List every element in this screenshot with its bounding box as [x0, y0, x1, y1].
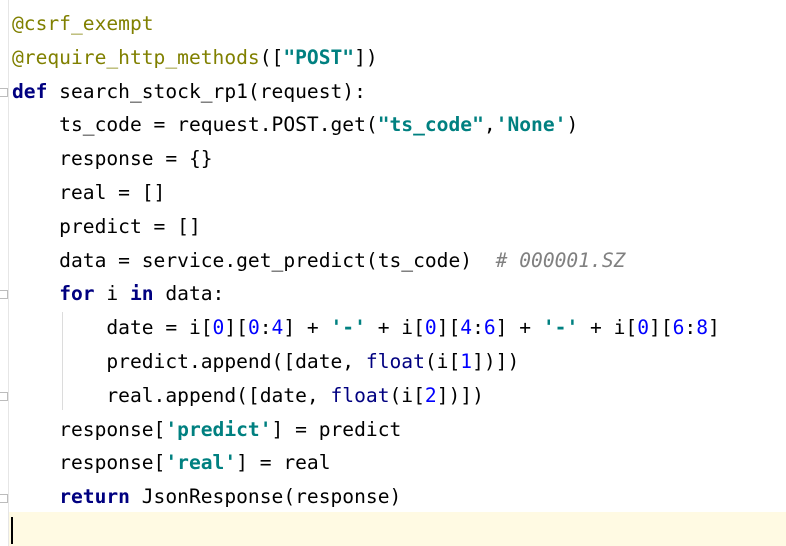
code-token: + i[	[365, 316, 425, 339]
code-token: for	[59, 282, 95, 305]
code-token: + i[	[578, 316, 638, 339]
code-token: 0	[212, 316, 225, 339]
code-token: predict = []	[12, 215, 201, 238]
code-token: float	[365, 350, 425, 373]
code-token: ] +	[283, 316, 331, 339]
code-token: ])])	[472, 350, 520, 373]
current-line-highlight	[9, 512, 786, 546]
code-token: 'predict'	[165, 418, 272, 441]
code-line[interactable]: def search_stock_rp1(request):	[12, 75, 366, 109]
code-token: response = {}	[12, 147, 213, 170]
code-token: 0	[637, 316, 650, 339]
code-line[interactable]: for i in data:	[12, 277, 224, 311]
code-token: 4	[271, 316, 284, 339]
code-token: ] = predict	[271, 418, 402, 441]
code-token: data = service.get_predict(ts_code)	[12, 249, 496, 272]
code-token: ] +	[495, 316, 543, 339]
code-token: (i[	[389, 384, 425, 407]
code-line[interactable]: predict.append([date, float(i[1])])	[12, 345, 519, 379]
code-editor[interactable]: @csrf_exempt @require_http_methods(["POST…	[0, 0, 786, 546]
code-token: :	[684, 316, 697, 339]
code-token: float	[330, 384, 390, 407]
code-line[interactable]: response = {}	[12, 142, 213, 176]
code-token: real = []	[12, 181, 166, 204]
code-token: data:	[153, 282, 225, 305]
code-token: 6	[483, 316, 496, 339]
code-token: i	[94, 282, 130, 305]
code-line[interactable]: predict = []	[12, 210, 201, 244]
code-token: ][	[436, 316, 461, 339]
code-token: '-'	[542, 316, 579, 339]
code-token: def	[12, 80, 48, 103]
code-token: response[	[12, 418, 166, 441]
code-token: "ts_code"	[377, 113, 484, 136]
code-token: :	[259, 316, 272, 339]
code-token: ]	[708, 316, 720, 339]
code-token: ] = real	[236, 451, 331, 474]
fold-marker-icon[interactable]	[0, 88, 8, 97]
code-token: 'real'	[165, 451, 237, 474]
code-token: search_stock_rp1(request):	[47, 80, 366, 103]
code-token: "POST"	[283, 46, 355, 69]
code-line[interactable]: date = i[0][0:4] + '-' + i[0][4:6] + '-'…	[12, 311, 720, 345]
code-token: (i[	[424, 350, 461, 373]
code-token: 0	[424, 316, 437, 339]
code-token: 8	[696, 316, 709, 339]
code-line[interactable]: data = service.get_predict(ts_code) # 00…	[12, 244, 625, 278]
code-token: # 000001.SZ	[495, 249, 626, 272]
code-line[interactable]: return JsonResponse(response)	[12, 480, 401, 514]
code-line[interactable]: real.append([date, float(i[2])])	[12, 379, 484, 413]
text-cursor	[11, 517, 13, 544]
code-line[interactable]: @csrf_exempt	[12, 7, 154, 41]
code-token: response[	[12, 451, 166, 474]
code-token: 2	[424, 384, 437, 407]
code-token: JsonResponse(response)	[129, 485, 402, 508]
code-token: real.append([date,	[12, 384, 331, 407]
code-token: ])])	[436, 384, 484, 407]
fold-marker-icon[interactable]	[0, 392, 8, 401]
code-token: predict.append([date,	[12, 350, 366, 373]
code-token: ][	[649, 316, 673, 339]
code-token: 1	[460, 350, 473, 373]
code-token: )	[566, 113, 579, 136]
code-token: ])	[354, 46, 378, 69]
code-token: ][	[224, 316, 248, 339]
code-line[interactable]: response['predict'] = predict	[12, 413, 401, 447]
code-token: ,	[483, 113, 496, 136]
code-line[interactable]: real = []	[12, 176, 165, 210]
code-token: ts_code = request.POST.get(	[12, 113, 378, 136]
code-token: 6	[672, 316, 685, 339]
editor-gutter	[0, 0, 9, 546]
code-token: :	[472, 316, 484, 339]
code-token: in	[129, 282, 154, 305]
code-line[interactable]: @require_http_methods(["POST"])	[12, 41, 378, 75]
code-token: '-'	[330, 316, 366, 339]
code-token: @require_http_methods	[12, 46, 260, 69]
code-token: date = i[	[12, 316, 213, 339]
code-token: return	[59, 485, 130, 508]
fold-marker-icon[interactable]	[0, 494, 8, 503]
code-token: ([	[259, 46, 284, 69]
code-token: 0	[247, 316, 260, 339]
code-line[interactable]: ts_code = request.POST.get("ts_code",'No…	[12, 108, 578, 142]
code-token: 'None'	[495, 113, 567, 136]
code-token: @csrf_exempt	[12, 12, 154, 35]
code-line[interactable]: response['real'] = real	[12, 446, 331, 480]
code-token: 4	[460, 316, 473, 339]
fold-marker-icon[interactable]	[0, 290, 8, 299]
